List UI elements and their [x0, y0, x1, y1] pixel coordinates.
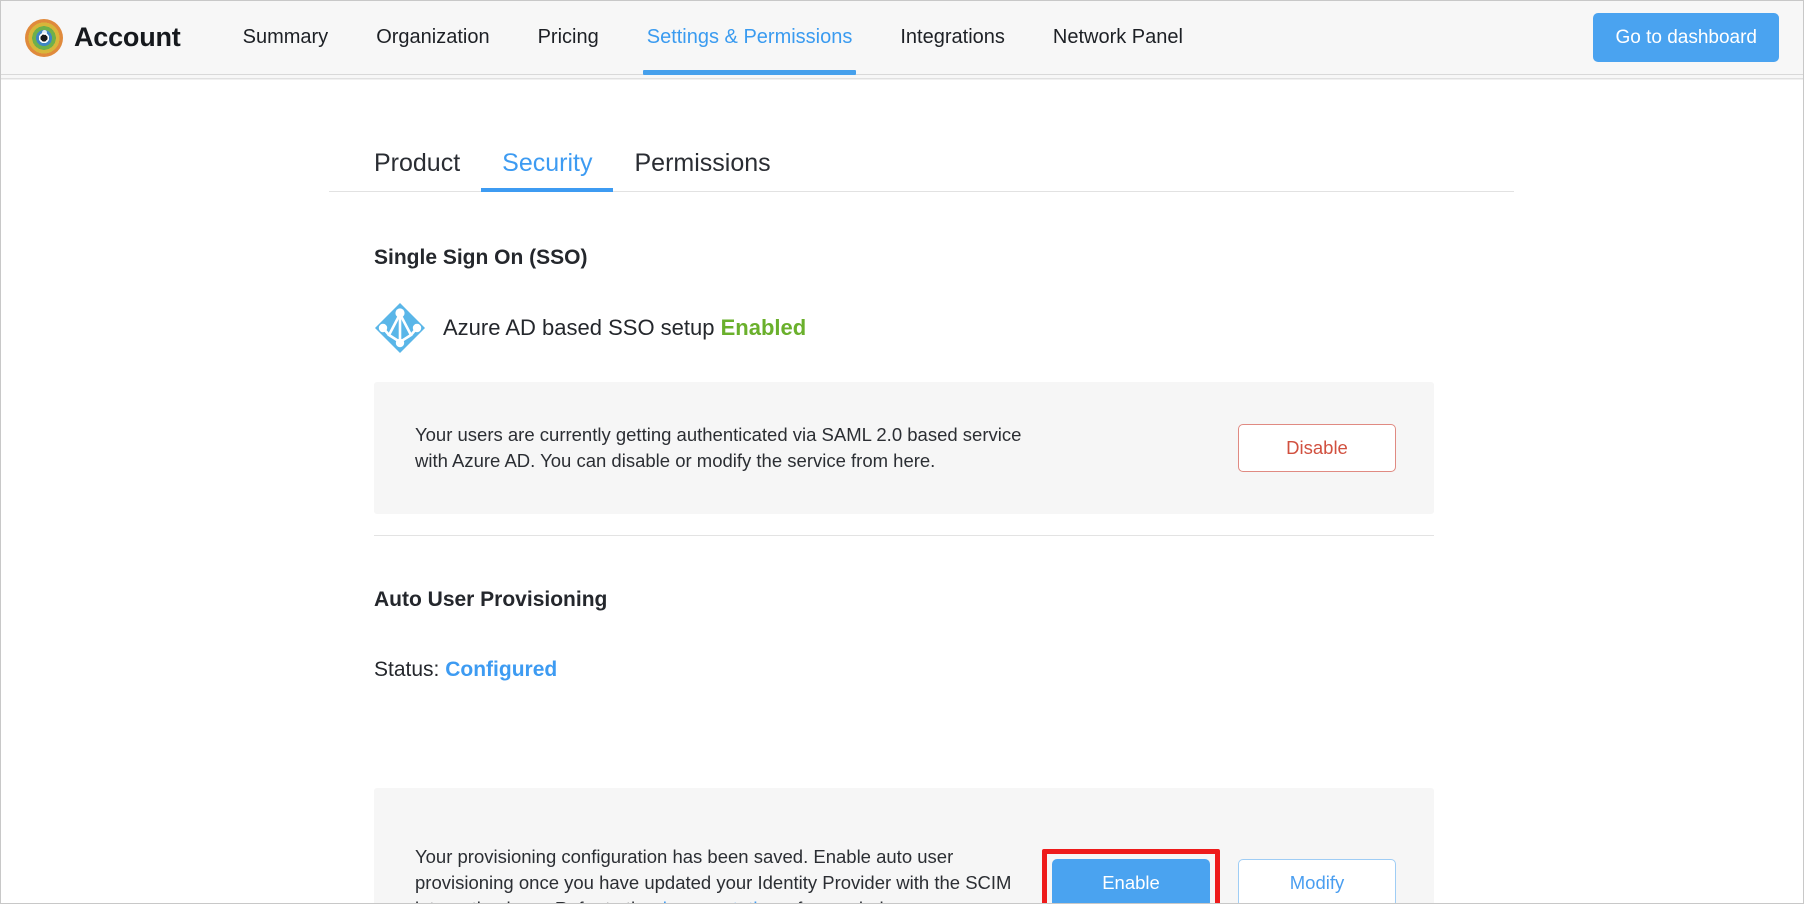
primary-nav-items: Summary Organization Pricing Settings & … [219, 1, 1207, 75]
auto-user-provisioning-card: Your provisioning configuration has been… [374, 788, 1434, 903]
nav-item-label: Network Panel [1052, 26, 1183, 48]
provisioning-text-before-link: Your provisioning configuration has been… [415, 845, 1012, 903]
provisioning-status-label: Status: [374, 658, 440, 681]
nav-item-network-panel[interactable]: Network Panel [1029, 1, 1207, 75]
azure-ad-icon [374, 302, 426, 354]
sso-provider-label: Azure AD based SSO setup Enabled [443, 315, 806, 341]
tab-permissions[interactable]: Permissions [613, 149, 791, 191]
nav-item-label: Summary [242, 26, 329, 48]
brand-name: Account [74, 22, 181, 52]
documentation-link[interactable]: documentation [657, 898, 792, 903]
settings-subtabs: Product Security Permissions [329, 130, 1514, 192]
account-eye-logo-icon [25, 18, 63, 57]
sso-card-actions: Disable [1238, 424, 1396, 472]
sso-status-badge: Enabled [720, 315, 807, 340]
brand[interactable]: Account [25, 18, 181, 57]
top-navigation-bar: Account Summary Organization Pricing Set… [1, 1, 1803, 75]
provisioning-card-actions: Enable Modify [1042, 849, 1396, 903]
sso-card-description: Your users are currently getting authent… [415, 423, 1022, 471]
nav-item-pricing[interactable]: Pricing [514, 1, 623, 75]
provisioning-status-line: Status: Configured [374, 658, 557, 682]
sso-section-title: Single Sign On (SSO) [374, 246, 588, 269]
provisioning-status-value: Configured [445, 658, 558, 681]
nav-item-label: Organization [376, 26, 490, 48]
nav-item-label: Pricing [537, 26, 599, 48]
scrolled-content-sliver [1, 75, 1803, 80]
nav-item-label: Integrations [900, 26, 1005, 48]
nav-item-integrations[interactable]: Integrations [876, 1, 1029, 75]
go-to-dashboard-button[interactable]: Go to dashboard [1593, 13, 1779, 62]
sso-provider-row: Azure AD based SSO setup Enabled [374, 302, 806, 354]
tab-label: Product [374, 149, 461, 177]
enable-button-highlight: Enable [1042, 849, 1220, 903]
tab-label: Security [502, 149, 593, 177]
page-content: Product Security Permissions Single Sign… [1, 80, 1803, 903]
app-screenshot: Account Summary Organization Pricing Set… [0, 0, 1804, 904]
nav-item-settings-and-permissions[interactable]: Settings & Permissions [623, 1, 877, 75]
provisioning-card-description: Your provisioning configuration has been… [415, 844, 1012, 903]
enable-provisioning-button[interactable]: Enable [1052, 859, 1210, 903]
tab-product[interactable]: Product [353, 149, 481, 191]
tab-security[interactable]: Security [481, 149, 614, 192]
tab-label: Permissions [634, 149, 771, 177]
provisioning-text-after-link: for any help [792, 898, 894, 903]
section-divider [374, 535, 1434, 536]
disable-sso-button[interactable]: Disable [1238, 424, 1396, 472]
nav-item-organization[interactable]: Organization [352, 1, 513, 75]
sso-provider-name: Azure AD based SSO setup [443, 315, 715, 340]
auto-user-provisioning-title: Auto User Provisioning [374, 588, 608, 611]
sso-info-card: Your users are currently getting authent… [374, 382, 1434, 514]
nav-item-label: Settings & Permissions [646, 26, 853, 48]
documentation-link-label: documentation [657, 898, 778, 903]
modify-provisioning-button[interactable]: Modify [1238, 859, 1396, 903]
nav-item-summary[interactable]: Summary [219, 1, 353, 75]
